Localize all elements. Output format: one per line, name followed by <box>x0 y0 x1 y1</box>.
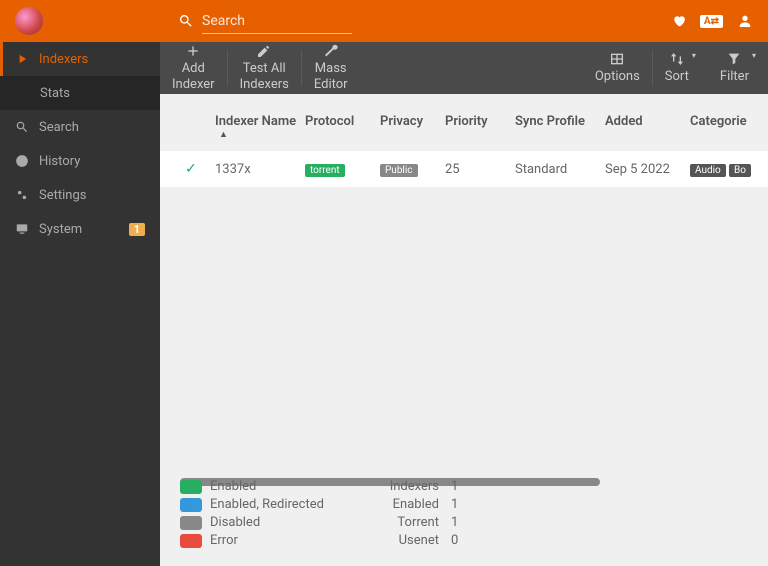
nav-label: Stats <box>40 86 70 101</box>
toolbar-label: Mass Editor <box>314 61 348 92</box>
filter-button[interactable]: Filter ▾ <box>708 42 768 94</box>
play-icon <box>15 52 29 66</box>
header-actions: A⇄ <box>672 13 753 29</box>
search-wrap <box>178 9 672 34</box>
nav-label: Search <box>39 120 79 135</box>
options-button[interactable]: Options <box>583 42 652 94</box>
table-row[interactable]: ✓ 1337x torrent Public 25 Standard Sep 5… <box>160 150 768 187</box>
search-icon <box>15 120 29 134</box>
mass-editor-button[interactable]: Mass Editor <box>302 42 360 94</box>
cell-added: Sep 5 2022 <box>605 162 690 177</box>
swatch-redirected <box>180 498 202 512</box>
category-tag: Audio <box>690 164 726 177</box>
col-name[interactable]: Indexer Name▲ <box>215 114 305 140</box>
toolbar-label: Add Indexer <box>172 61 215 92</box>
nav-label: System <box>39 222 82 237</box>
filter-icon <box>726 51 742 67</box>
app-logo[interactable] <box>15 7 43 35</box>
app-header: A⇄ <box>0 0 768 42</box>
col-protocol[interactable]: Protocol <box>305 114 380 140</box>
nav-settings[interactable]: Settings <box>0 178 160 212</box>
toolbar: Add Indexer Test All Indexers Mass Edito… <box>160 42 768 94</box>
col-sync[interactable]: Sync Profile <box>515 114 605 140</box>
monitor-icon <box>15 222 29 236</box>
nav-label: Settings <box>39 188 86 203</box>
wrench-icon <box>323 43 339 59</box>
toolbar-label: Filter <box>720 69 749 85</box>
swatch-error <box>180 534 202 548</box>
sort-icon <box>669 51 685 67</box>
sort-button[interactable]: Sort ▾ <box>653 42 708 94</box>
nav-indexers[interactable]: Indexers <box>0 42 160 76</box>
col-categories[interactable]: Categorie <box>690 114 740 140</box>
nav-search[interactable]: Search <box>0 110 160 144</box>
content: Indexer Name▲ Protocol Privacy Priority … <box>160 94 768 566</box>
nav-system[interactable]: System 1 <box>0 212 160 246</box>
col-added[interactable]: Added <box>605 114 690 140</box>
nav-label: Indexers <box>39 52 88 67</box>
main-area: Add Indexer Test All Indexers Mass Edito… <box>160 42 768 566</box>
col-priority[interactable]: Priority <box>445 114 515 140</box>
cell-sync: Standard <box>515 162 605 177</box>
toolbar-label: Test All Indexers <box>240 61 289 92</box>
chevron-down-icon: ▾ <box>692 51 696 61</box>
nav-label: History <box>39 154 80 169</box>
test-all-button[interactable]: Test All Indexers <box>228 42 301 94</box>
privacy-tag: Public <box>380 164 418 177</box>
nav-history[interactable]: History <box>0 144 160 178</box>
gear-icon <box>15 188 29 202</box>
clock-icon <box>15 154 29 168</box>
check-icon: ✓ <box>185 161 197 177</box>
user-icon[interactable] <box>737 13 753 29</box>
footer: Enabled Enabled, Redirected Disabled Err… <box>160 469 478 561</box>
cell-name: 1337x <box>215 162 305 177</box>
sort-asc-icon: ▲ <box>219 129 305 140</box>
category-tag: Bo <box>729 164 751 177</box>
protocol-tag: torrent <box>305 164 345 177</box>
search-icon <box>178 13 194 29</box>
swatch-disabled <box>180 516 202 530</box>
heart-icon[interactable] <box>672 14 686 28</box>
legend: Enabled Enabled, Redirected Disabled Err… <box>180 479 324 551</box>
cell-priority: 25 <box>445 162 515 177</box>
table-icon <box>609 51 625 67</box>
plus-icon <box>185 43 201 59</box>
pencil-icon <box>256 43 272 59</box>
search-input[interactable] <box>202 9 352 34</box>
toolbar-label: Sort <box>665 69 689 85</box>
add-indexer-button[interactable]: Add Indexer <box>160 42 227 94</box>
table-header: Indexer Name▲ Protocol Privacy Priority … <box>160 114 768 150</box>
stats-summary: Indexers1 Enabled1 Torrent1 Usenet0 <box>384 479 458 551</box>
toolbar-label: Options <box>595 69 640 85</box>
swatch-enabled <box>180 480 202 494</box>
chevron-down-icon: ▾ <box>752 51 756 61</box>
col-privacy[interactable]: Privacy <box>380 114 445 140</box>
system-badge: 1 <box>129 223 145 236</box>
language-button[interactable]: A⇄ <box>700 15 723 28</box>
nav-stats[interactable]: Stats <box>0 76 160 110</box>
sidebar: Indexers Stats Search History Settings S… <box>0 42 160 566</box>
